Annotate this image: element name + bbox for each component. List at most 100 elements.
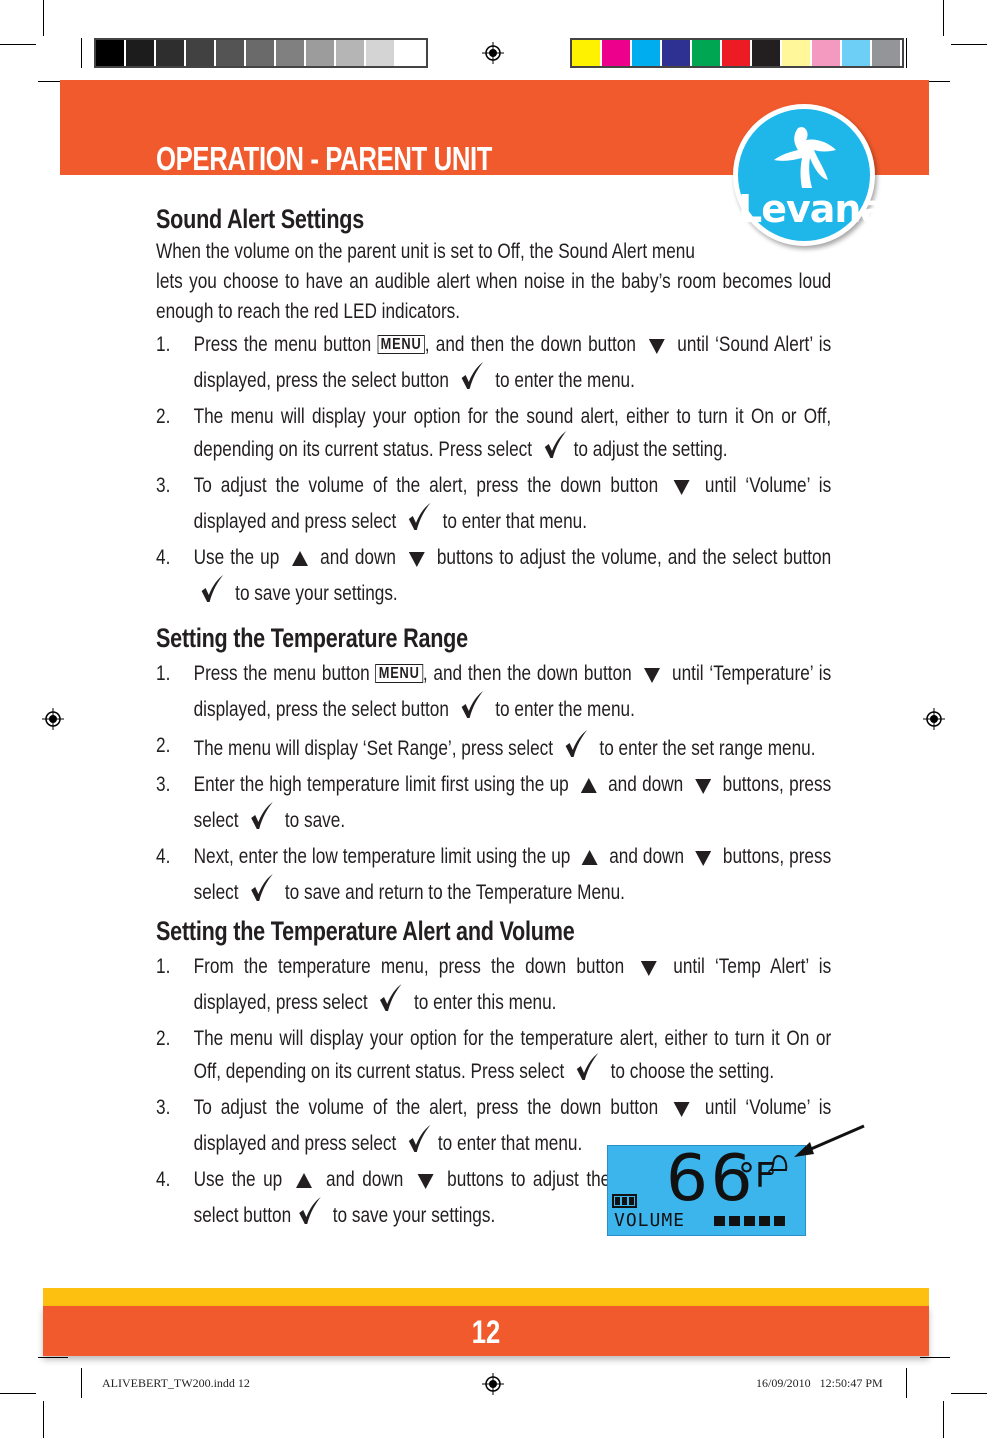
down-arrow-icon <box>695 844 712 874</box>
menu-button-icon: MENU <box>377 335 425 354</box>
check-select-icon <box>200 575 224 611</box>
check-select-icon <box>460 691 484 727</box>
check-select-icon <box>575 1053 599 1089</box>
color-swatch <box>602 40 630 66</box>
item-text: to enter that menu. <box>437 1131 583 1155</box>
check-select-icon <box>298 1197 322 1233</box>
item-number: 2. <box>156 404 171 428</box>
menu-button-icon: MENU <box>375 664 423 683</box>
crop-mark <box>943 0 944 36</box>
list-item: 2. The menu will display your option for … <box>156 1023 831 1089</box>
crop-mark <box>0 44 36 45</box>
color-swatch <box>842 40 870 66</box>
item-text: From the temperature menu, press the dow… <box>193 954 635 978</box>
up-arrow-icon <box>296 1167 313 1197</box>
item-text: to enter that menu. <box>437 509 588 533</box>
volume-block <box>744 1216 755 1226</box>
check-select-icon <box>250 874 274 910</box>
cmyk-color-bar <box>570 38 904 68</box>
item-text: to choose the setting. <box>605 1059 775 1083</box>
crop-mark <box>906 1368 907 1398</box>
section-heading: Setting the Temperature Range <box>156 623 468 653</box>
volume-block <box>729 1216 740 1226</box>
crop-mark <box>43 1401 44 1438</box>
crop-mark <box>951 44 987 45</box>
down-arrow-icon <box>643 661 660 691</box>
check-select-icon <box>407 503 431 539</box>
registration-mark-icon <box>42 708 64 730</box>
color-swatch <box>186 40 214 66</box>
item-text: to save and return to the Temperature Me… <box>280 880 625 904</box>
pointer-arrow <box>794 1124 865 1157</box>
color-swatch <box>96 40 124 66</box>
down-arrow-icon <box>673 473 690 503</box>
item-text: and down <box>314 545 403 569</box>
registration-mark-icon <box>482 1373 504 1395</box>
footer-band: 12 <box>43 1306 929 1356</box>
check-select-icon <box>407 1125 431 1161</box>
slug-file-name: ALIVEBERT_TW200.indd 12 <box>102 1376 250 1390</box>
color-swatch <box>126 40 154 66</box>
item-number: 4. <box>156 545 171 569</box>
section-heading: Setting the Temperature Alert and Volume <box>156 916 575 946</box>
list-item: 2. The menu will display ‘Set Range’, pre… <box>156 730 831 766</box>
item-number: 3. <box>156 473 171 497</box>
list-item: 1. From the temperature menu, press the d… <box>156 951 831 1020</box>
crop-mark <box>81 38 82 68</box>
item-number: 4. <box>156 1167 171 1191</box>
list-item: 1. Press the menu button MENU, and then t… <box>156 658 831 727</box>
item-text: , and then the down button <box>422 661 638 685</box>
color-swatch <box>306 40 334 66</box>
slug-timestamp: 16/09/2010 12:50:47 PM <box>756 1376 883 1390</box>
color-swatch <box>572 40 600 66</box>
battery-bar <box>629 1197 634 1205</box>
item-text: and down <box>602 772 689 796</box>
down-arrow-icon <box>408 545 425 575</box>
item-text: The menu will display ‘Set Range’, press… <box>193 736 558 760</box>
item-text: to save your settings. <box>327 1203 496 1227</box>
color-swatch <box>246 40 274 66</box>
color-swatch <box>812 40 840 66</box>
lcd-display-image: 66 °F VOLUME <box>607 1142 806 1236</box>
check-select-icon <box>379 984 403 1020</box>
crop-mark <box>38 1357 68 1358</box>
color-swatch <box>156 40 184 66</box>
item-text: To adjust the volume of the alert, press… <box>193 473 668 497</box>
down-arrow-icon <box>694 772 711 802</box>
item-text: to enter the set range menu. <box>594 736 816 760</box>
down-arrow-icon <box>640 954 657 984</box>
page-number: 12 <box>471 1314 501 1350</box>
item-text: buttons to adjust the volume, and the se… <box>430 545 832 569</box>
check-select-icon <box>543 431 567 467</box>
color-swatch <box>752 40 780 66</box>
crop-mark <box>943 1401 944 1438</box>
up-arrow-icon <box>291 545 308 575</box>
page-title: OPERATION - PARENT UNIT <box>156 140 493 176</box>
baby-figure-icon <box>774 127 836 188</box>
item-number: 2. <box>156 1026 171 1050</box>
down-arrow-icon <box>417 1167 434 1197</box>
item-text: Next, enter the low temperature limit us… <box>193 844 576 868</box>
crop-mark <box>920 1357 950 1358</box>
lcd-volume-level <box>714 1216 785 1226</box>
crop-mark <box>43 0 44 36</box>
color-swatch <box>872 40 900 66</box>
section-temperature-range: Setting the Temperature Range 1. Press the… <box>156 621 831 910</box>
bell-icon <box>768 1154 788 1175</box>
list-item: 3. To adjust the volume of the alert, pre… <box>156 470 831 539</box>
battery-bar <box>622 1197 627 1205</box>
registration-mark-icon <box>923 708 945 730</box>
color-swatch <box>336 40 364 66</box>
down-arrow-icon <box>648 332 665 362</box>
check-select-icon <box>564 730 588 766</box>
footer-stripe <box>43 1288 929 1307</box>
item-text: and down <box>318 1167 411 1191</box>
color-swatch <box>396 40 424 66</box>
color-swatch <box>692 40 720 66</box>
list-item: 4. Next, enter the low temperature limit … <box>156 841 831 910</box>
volume-block <box>774 1216 785 1226</box>
item-text: to save. <box>280 808 346 832</box>
list-item: 2. The menu will display your option for … <box>156 401 831 467</box>
item-text: to enter the menu. <box>490 368 635 392</box>
item-number: 3. <box>156 772 171 796</box>
